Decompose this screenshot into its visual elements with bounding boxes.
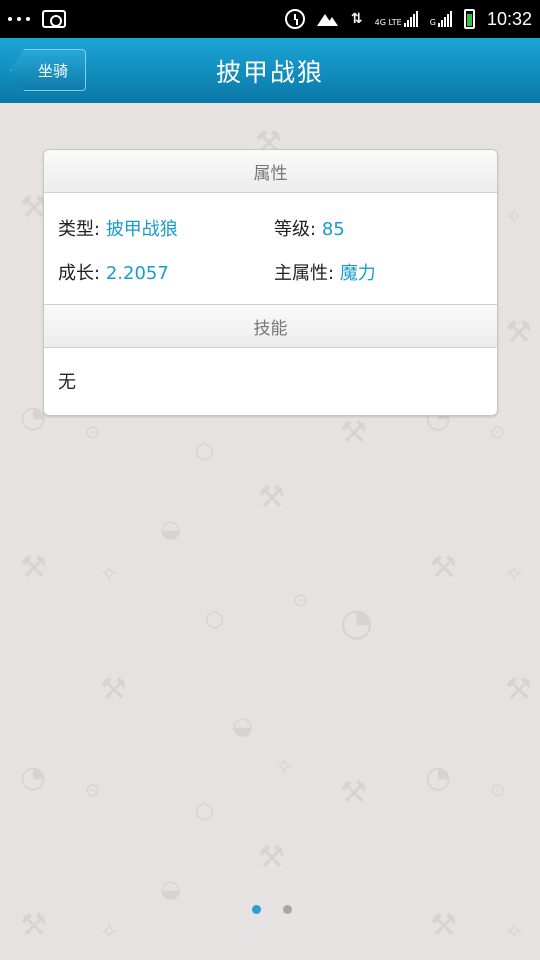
growth-label: 成长: [58,263,101,284]
gem-doodle-icon: ⬡ [205,608,225,633]
hammer-doodle-icon: ⚒ [20,550,47,585]
level-value: 85 [321,219,345,240]
ingot-doodle-icon: ◒ [160,875,181,903]
type-row: 类型: 披甲战狼 [58,215,178,241]
sparkle-doodle-icon: ✧ [275,755,294,780]
dot-doodle-icon: ⊙ [85,422,101,443]
more-dots-icon [8,17,30,21]
sparkle-doodle-icon: ✧ [100,920,119,945]
hammer-doodle-icon: ⚒ [258,840,285,875]
gem-doodle-icon: ⬡ [195,800,215,825]
gem-doodle-icon: ⬡ [195,440,215,465]
page-dot-2[interactable] [283,905,292,914]
level-row: 等级: 85 [274,215,345,241]
type-label: 类型: [58,219,101,240]
hammer-doodle-icon: ⚒ [340,775,367,810]
growth-row: 成长: 2.2057 [58,259,169,285]
data-arrows-icon: ⇅ [350,11,363,27]
hammer-doodle-icon: ⚒ [505,315,532,350]
main-attr-value: 魔力 [339,263,376,284]
dot-doodle-icon: ⊙ [85,780,101,801]
hammer-doodle-icon: ⚒ [430,550,457,585]
growth-value: 2.2057 [105,263,169,284]
hammer-doodle-icon: ⚒ [505,672,532,707]
shield-doodle-icon: ◔ [425,760,452,795]
sparkle-doodle-icon: ✧ [505,562,524,587]
dot-doodle-icon: ⊙ [490,780,506,801]
sparkle-doodle-icon: ✧ [505,205,524,230]
attributes-header: 属性 [44,150,497,193]
battery-icon [463,9,475,29]
camera-icon [42,10,66,28]
mount-info-card: 属性 类型: 披甲战狼 等级: 85 成长: 2.2057 主属性: 魔力 技能… [43,149,498,416]
clock: 10:32 [486,8,532,29]
hammer-doodle-icon: ⚒ [430,908,457,943]
page-indicator [252,905,292,914]
type-value: 披甲战狼 [105,219,178,240]
hammer-doodle-icon: ⚒ [20,908,47,943]
hammer-doodle-icon: ⚒ [258,480,285,515]
weather-icon [316,12,339,26]
hammer-doodle-icon: ⚒ [340,415,367,450]
skills-header: 技能 [44,305,497,348]
dot-doodle-icon: ⊙ [293,590,309,611]
hammer-doodle-icon: ⚒ [100,672,127,707]
status-bar: ⇅ 4G LTE G 10:32 [0,0,540,38]
main-attr-label: 主属性: [274,263,335,284]
ingot-doodle-icon: ◒ [232,712,253,740]
alarm-icon [284,9,305,29]
sparkle-doodle-icon: ✧ [505,920,524,945]
level-label: 等级: [274,219,317,240]
sparkle-doodle-icon: ✧ [100,562,119,587]
ingot-doodle-icon: ◒ [160,515,181,543]
skills-value: 无 [58,372,76,393]
dot-doodle-icon: ⊙ [490,422,506,443]
network-label-lte: 4G LTE [374,18,402,27]
page-dot-1[interactable] [252,905,261,914]
signal-icon [403,11,418,27]
network-label-g: G [429,18,436,27]
signal-icon-2 [437,11,452,27]
main-attr-row: 主属性: 魔力 [274,259,376,285]
attributes-section: 类型: 披甲战狼 等级: 85 成长: 2.2057 主属性: 魔力 [44,193,497,305]
title-bar: 坐骑 披甲战狼 [0,38,540,103]
shield-doodle-icon: ◔ [20,760,47,795]
shield-doodle-icon: ◔ [340,600,374,644]
back-button[interactable]: 坐骑 [10,49,86,91]
